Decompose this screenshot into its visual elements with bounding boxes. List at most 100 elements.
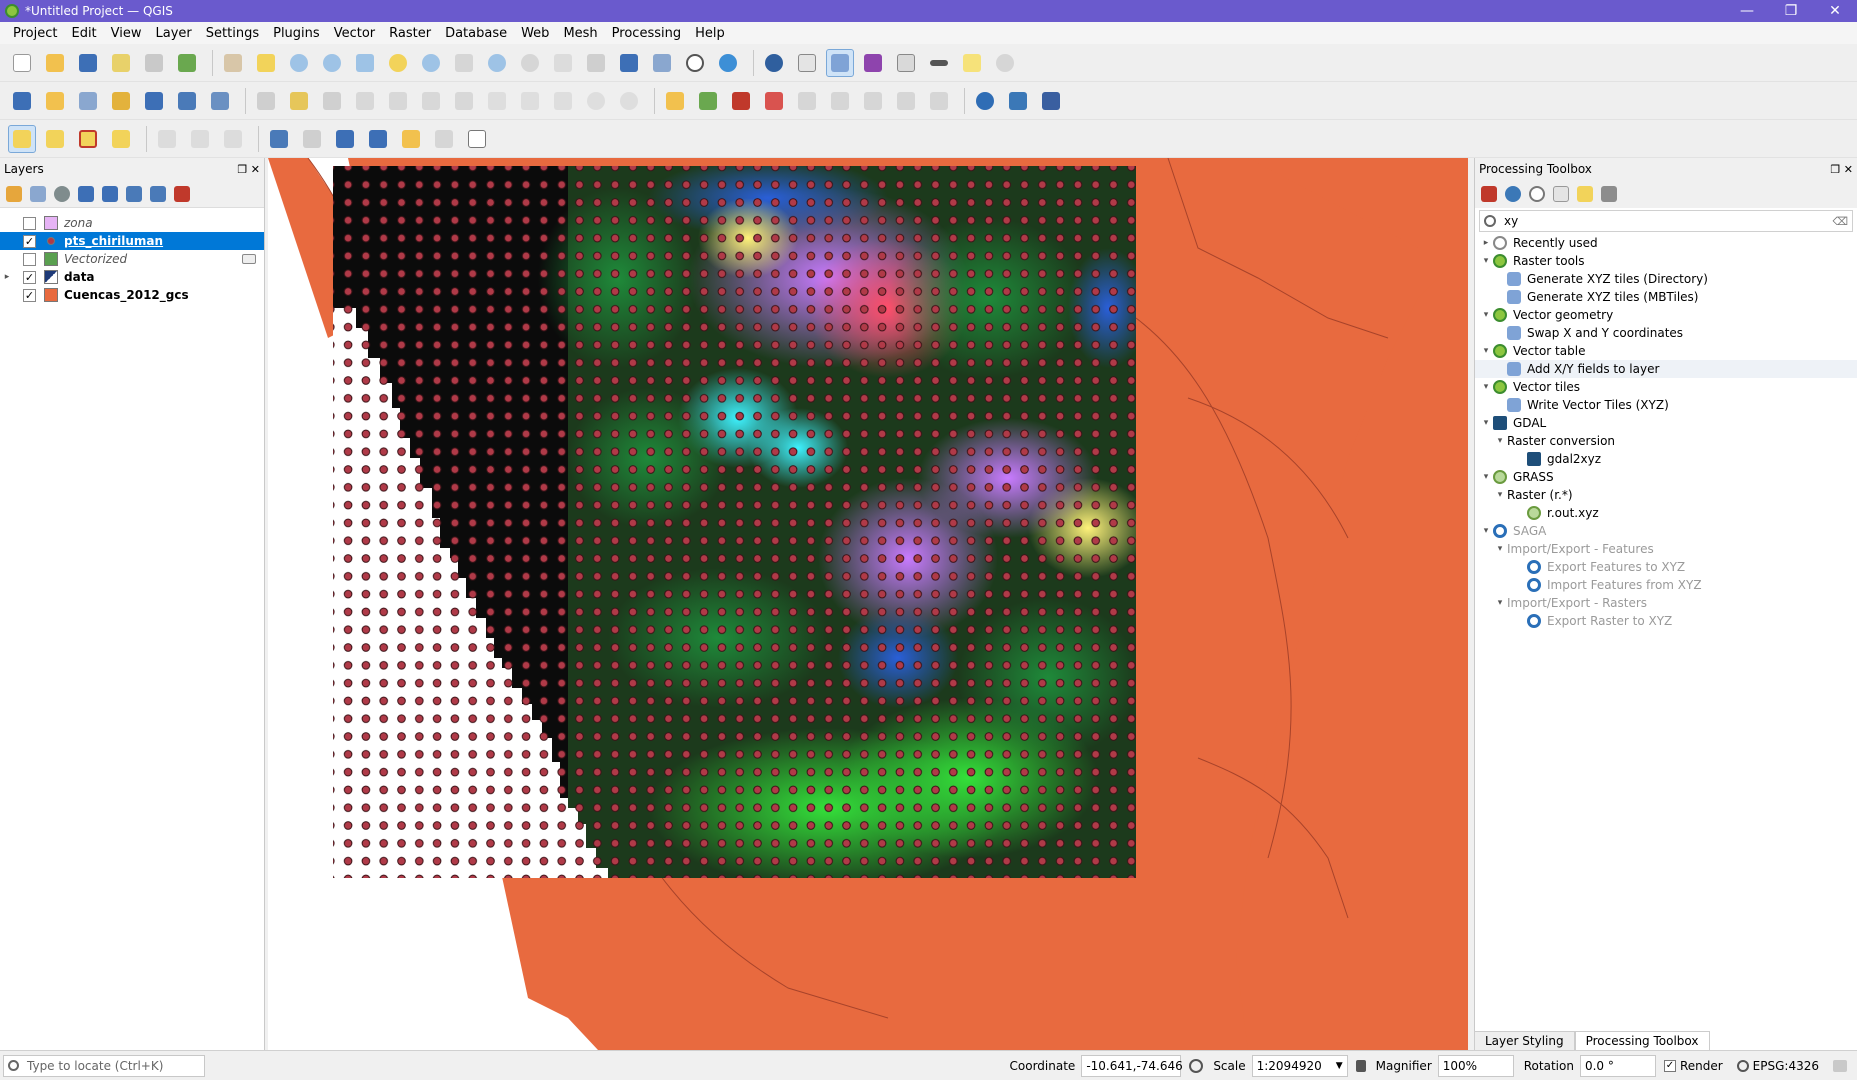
remove-layer-icon[interactable] bbox=[174, 185, 190, 202]
tree-algorithm[interactable]: Swap X and Y coordinates bbox=[1475, 324, 1857, 342]
open-layer-styling-icon[interactable] bbox=[6, 185, 22, 202]
shape-digitizing-icon[interactable] bbox=[219, 125, 247, 153]
tree-group-grass[interactable]: ▾ GRASS bbox=[1475, 468, 1857, 486]
layer-visibility-checkbox[interactable]: ✓ bbox=[23, 234, 36, 248]
manage-map-themes-icon[interactable] bbox=[54, 185, 70, 202]
menu-settings[interactable]: Settings bbox=[199, 26, 266, 41]
tree-algorithm[interactable]: Import Features from XYZ bbox=[1475, 576, 1857, 594]
expand-arrow[interactable]: ▸ bbox=[0, 272, 14, 282]
expand-arrow[interactable]: ▾ bbox=[1479, 526, 1493, 536]
zoom-native-icon[interactable] bbox=[450, 49, 478, 77]
tree-group-vector-tiles[interactable]: ▾ Vector tiles bbox=[1475, 378, 1857, 396]
expand-arrow[interactable]: ▾ bbox=[1493, 598, 1507, 608]
tree-subgroup[interactable]: ▾ Import/Export - Rasters bbox=[1475, 594, 1857, 612]
expand-arrow[interactable]: ▾ bbox=[1479, 256, 1493, 266]
pan-icon[interactable] bbox=[219, 49, 247, 77]
plugin-globe-icon[interactable] bbox=[971, 87, 999, 115]
tree-algorithm[interactable]: Export Features to XYZ bbox=[1475, 558, 1857, 576]
layer-row-data[interactable]: ▸ ✓ data bbox=[0, 268, 264, 286]
expand-arrow[interactable]: ▾ bbox=[1479, 382, 1493, 392]
expand-arrow[interactable]: ▾ bbox=[1479, 310, 1493, 320]
options-icon[interactable] bbox=[1601, 186, 1617, 202]
select-annotation-icon[interactable] bbox=[298, 125, 326, 153]
redo-icon[interactable] bbox=[615, 87, 643, 115]
measure-line-icon[interactable] bbox=[925, 49, 953, 77]
create-text-annotation-icon[interactable] bbox=[430, 125, 458, 153]
tree-group-recently-used[interactable]: ▸ Recently used bbox=[1475, 234, 1857, 252]
copy-features-icon[interactable] bbox=[516, 87, 544, 115]
tree-algorithm[interactable]: Generate XYZ tiles (MBTiles) bbox=[1475, 288, 1857, 306]
zoom-to-selection-icon[interactable] bbox=[384, 49, 412, 77]
render-checkbox[interactable]: ✓ bbox=[1663, 1059, 1676, 1072]
digitize-icon[interactable] bbox=[107, 87, 135, 115]
zoom-out-icon[interactable] bbox=[318, 49, 346, 77]
expand-arrow[interactable]: ▾ bbox=[1479, 346, 1493, 356]
new-temporary-layer-icon[interactable] bbox=[140, 87, 168, 115]
menu-processing[interactable]: Processing bbox=[605, 26, 688, 41]
layer-row-pts-chiriluman[interactable]: ✓ pts_chiriluman bbox=[0, 232, 264, 250]
expand-arrow[interactable]: ▾ bbox=[1479, 418, 1493, 428]
create-line-annotation-icon[interactable] bbox=[364, 125, 392, 153]
maximize-button[interactable]: ❐ bbox=[1769, 0, 1813, 22]
zoom-next-icon[interactable] bbox=[516, 49, 544, 77]
toolbox-search-input[interactable]: xy ⌫ bbox=[1479, 210, 1853, 232]
undo-icon[interactable] bbox=[582, 87, 610, 115]
style-manager-button[interactable] bbox=[173, 49, 201, 77]
new-shapefile-layer-icon[interactable] bbox=[74, 87, 102, 115]
expand-arrow[interactable]: ▾ bbox=[1493, 490, 1507, 500]
tree-group-saga[interactable]: ▾ SAGA bbox=[1475, 522, 1857, 540]
zoom-last-icon[interactable] bbox=[483, 49, 511, 77]
layer-visibility-checkbox[interactable] bbox=[23, 252, 36, 266]
tree-algorithm[interactable]: Generate XYZ tiles (Directory) bbox=[1475, 270, 1857, 288]
layer-visibility-checkbox[interactable] bbox=[23, 216, 36, 230]
modify-attributes-icon[interactable] bbox=[417, 87, 445, 115]
processing-toolbox-icon[interactable] bbox=[826, 48, 854, 77]
filter-by-expression-icon[interactable] bbox=[102, 185, 118, 202]
tree-group-raster-tools[interactable]: ▾ Raster tools bbox=[1475, 252, 1857, 270]
show-hide-labels-icon[interactable] bbox=[892, 87, 920, 115]
zoom-full-icon[interactable] bbox=[351, 49, 379, 77]
expand-arrow[interactable]: ▸ bbox=[1479, 238, 1493, 248]
menu-layer[interactable]: Layer bbox=[149, 26, 199, 41]
magnifier-spinbox[interactable]: 100% bbox=[1437, 1054, 1514, 1077]
messages-icon[interactable] bbox=[1833, 1059, 1847, 1072]
menu-raster[interactable]: Raster bbox=[382, 26, 438, 41]
highlight-labels-icon[interactable] bbox=[760, 87, 788, 115]
rotate-label-icon[interactable] bbox=[826, 87, 854, 115]
new-print-layout-button[interactable] bbox=[107, 49, 135, 77]
panel-float-close-icon[interactable]: ❐ ✕ bbox=[1830, 163, 1853, 176]
menu-plugins[interactable]: Plugins bbox=[266, 26, 327, 41]
edit-features-in-place-icon[interactable] bbox=[1577, 186, 1593, 202]
crs-globe-icon[interactable] bbox=[1736, 1059, 1749, 1072]
tree-algorithm[interactable]: r.out.xyz bbox=[1475, 504, 1857, 522]
add-feature-icon[interactable] bbox=[351, 87, 379, 115]
select-by-value-icon[interactable] bbox=[41, 125, 69, 153]
layer-row-zona[interactable]: zona bbox=[0, 214, 264, 232]
attributes-toolbar-icon[interactable] bbox=[892, 49, 920, 77]
move-label-icon[interactable] bbox=[793, 87, 821, 115]
map-canvas[interactable] bbox=[268, 158, 1468, 1050]
add-virtual-layer-icon[interactable] bbox=[206, 87, 234, 115]
filter-legend-icon[interactable] bbox=[78, 185, 94, 202]
select-location-icon[interactable] bbox=[107, 125, 135, 153]
lock-scale-icon[interactable] bbox=[1355, 1059, 1366, 1072]
tree-subgroup[interactable]: ▾ Raster conversion bbox=[1475, 432, 1857, 450]
expand-arrow[interactable]: ▾ bbox=[1493, 544, 1507, 554]
identify-features-icon[interactable] bbox=[760, 49, 788, 77]
tree-algorithm[interactable]: gdal2xyz bbox=[1475, 450, 1857, 468]
diagram-tool-icon[interactable] bbox=[694, 87, 722, 115]
add-raster-layer-icon[interactable] bbox=[173, 87, 201, 115]
change-label-icon[interactable] bbox=[859, 87, 887, 115]
toggle-extents-icon[interactable] bbox=[1189, 1058, 1204, 1073]
cut-features-icon[interactable] bbox=[483, 87, 511, 115]
expand-arrow[interactable]: ▾ bbox=[1479, 472, 1493, 482]
create-polygon-annotation-icon[interactable] bbox=[331, 125, 359, 153]
show-bookmarks-icon[interactable] bbox=[648, 49, 676, 77]
text-annotation-menu-icon[interactable] bbox=[463, 125, 491, 153]
current-edits-icon[interactable] bbox=[285, 87, 313, 115]
history-icon[interactable] bbox=[1529, 186, 1545, 202]
minimize-button[interactable]: — bbox=[1725, 0, 1769, 22]
results-viewer-icon[interactable] bbox=[1553, 186, 1569, 202]
menu-vector[interactable]: Vector bbox=[327, 26, 382, 41]
layer-row-vectorized[interactable]: Vectorized bbox=[0, 250, 264, 268]
